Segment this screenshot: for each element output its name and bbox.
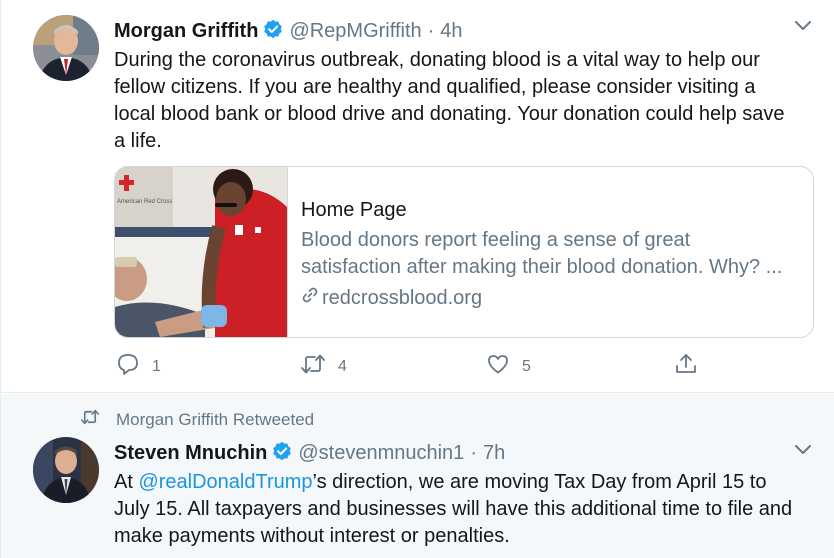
separator-dot: · (427, 20, 435, 42)
like-count: 5 (522, 357, 531, 375)
card-image: American Red Cross (115, 167, 288, 337)
reply-count: 1 (152, 357, 161, 375)
card-description-line: satisfaction after making their blood do… (301, 256, 783, 278)
tweet-text: At @realDonaldTrump’s direction, we are … (114, 469, 824, 550)
tweet-morgan-griffith[interactable]: Morgan Griffith @RepMGriffith · 4h Durin… (0, 0, 834, 393)
mention-link[interactable]: @realDonaldTrump (138, 471, 312, 493)
card-description-line: Blood donors report feeling a sense of g… (301, 229, 691, 251)
retweet-button[interactable]: 4 (300, 352, 347, 381)
retweet-count: 4 (338, 357, 347, 375)
tweet-timestamp[interactable]: 4h (440, 20, 462, 43)
tweet-actions: 1 4 5 (114, 352, 714, 382)
reply-button[interactable]: 1 (116, 352, 161, 381)
card-description: Blood donors report feeling a sense of g… (301, 227, 803, 281)
retweet-icon (300, 352, 326, 381)
tweet-text-fragment: ’s direction, we are moving Tax Day from… (312, 471, 767, 493)
verified-badge-icon (263, 19, 283, 44)
author-handle[interactable]: @RepMGriffith (289, 20, 421, 43)
tweet-timestamp[interactable]: 7h (483, 442, 505, 465)
tweet-text-line: local blood bank or blood drive and dona… (114, 103, 785, 125)
link-icon (301, 285, 322, 312)
card-body: Home Page Blood donors report feeling a … (301, 197, 803, 312)
tweet-text-prefix: At (114, 471, 139, 493)
tweet-steven-mnuchin[interactable]: Morgan Griffith Retweeted Steven Mnuchin… (0, 394, 834, 558)
share-icon (674, 352, 698, 381)
author-handle[interactable]: @stevenmnuchin1 (298, 442, 464, 465)
heart-icon (486, 352, 510, 381)
separator-dot: · (470, 442, 477, 464)
retweet-context[interactable]: Morgan Griffith Retweeted (80, 408, 314, 431)
tweet-header: Morgan Griffith @RepMGriffith · 4h (114, 17, 463, 43)
link-preview-card[interactable]: American Red Cross Home Page Blood donor… (114, 166, 814, 338)
avatar-steven-mnuchin[interactable] (33, 437, 99, 503)
retweeted-by-label: Morgan Griffith Retweeted (116, 409, 315, 429)
card-domain-text: redcrossblood.org (322, 287, 483, 309)
card-domain[interactable]: redcrossblood.org (301, 285, 803, 312)
tweet-text-line: During the coronavirus outbreak, donatin… (114, 49, 760, 71)
timeline-border (0, 0, 1, 392)
author-name[interactable]: Morgan Griffith (114, 20, 258, 43)
tweet-header: Steven Mnuchin @stevenmnuchin1 · 7h (114, 439, 505, 465)
chevron-down-icon[interactable] (793, 439, 813, 459)
tweet-text-line: fellow citizens. If you are healthy and … (114, 76, 756, 98)
timeline-border (0, 394, 1, 558)
tweet-text-line: make payments without interest or penalt… (114, 525, 510, 547)
like-button[interactable]: 5 (486, 352, 531, 381)
author-name[interactable]: Steven Mnuchin (114, 442, 267, 465)
tweet-text-line: a life. (114, 130, 162, 152)
retweet-icon (80, 408, 100, 431)
share-button[interactable] (674, 352, 698, 381)
tweet-text: During the coronavirus outbreak, donatin… (114, 47, 824, 155)
reply-icon (116, 352, 140, 381)
verified-badge-icon (272, 441, 292, 466)
card-image-logo-text: American Red Cross (117, 199, 172, 205)
tweet-text-line: At @realDonaldTrump’s direction, we are … (114, 469, 824, 496)
chevron-down-icon[interactable] (793, 15, 813, 35)
card-title: Home Page (301, 199, 407, 221)
avatar-morgan-griffith[interactable] (33, 15, 99, 81)
tweet-text-line: July 15. All taxpayers and businesses wi… (114, 498, 793, 520)
